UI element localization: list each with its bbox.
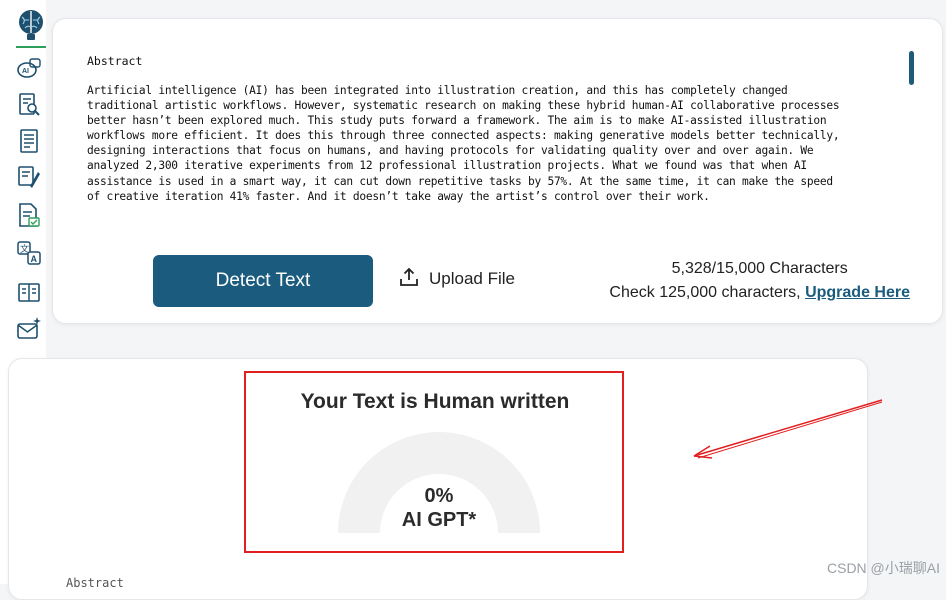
active-indicator — [16, 46, 46, 48]
document-list-icon[interactable] — [16, 128, 42, 154]
document-check-icon[interactable] — [16, 202, 42, 228]
ai-chat-icon[interactable]: AI — [16, 56, 42, 82]
result-text-preview: Abstract — [66, 576, 124, 590]
upload-icon — [399, 267, 419, 292]
text-line: better hasn’t been explored much. This s… — [87, 114, 827, 128]
text-line: traditional artistic workflows. However,… — [87, 99, 840, 113]
upload-file-button[interactable]: Upload File — [399, 267, 515, 291]
text-area[interactable]: Artificial intelligence (AI) has been in… — [87, 83, 905, 204]
character-counter: 5,328/15,000 Characters Check 125,000 ch… — [609, 257, 910, 305]
highlight-annotation-box — [244, 371, 624, 553]
char-count-text: 5,328/15,000 Characters — [671, 260, 848, 277]
mail-sparkle-icon[interactable] — [16, 316, 42, 342]
book-icon[interactable] — [16, 280, 42, 306]
text-line: workflows more efficient. It does this t… — [87, 129, 840, 143]
annotation-arrow — [693, 399, 883, 459]
detect-text-button[interactable]: Detect Text — [153, 255, 373, 307]
brain-logo-icon[interactable] — [16, 8, 46, 42]
text-input-card: Abstract Artificial intelligence (AI) ha… — [52, 18, 943, 324]
text-line: assistance is used in a smart way, it ca… — [87, 174, 833, 188]
upload-file-label: Upload File — [429, 269, 515, 288]
text-line: analyzed 2,300 iterative experiments fro… — [87, 159, 807, 173]
text-line: Artificial intelligence (AI) has been in… — [87, 84, 788, 97]
check-limit-text: Check 125,000 characters, — [609, 284, 801, 301]
svg-text:A: A — [31, 254, 38, 264]
document-edit-icon[interactable] — [16, 164, 42, 190]
text-line: designing interactions that focus on hum… — [87, 144, 814, 158]
upgrade-line: Check 125,000 characters, Upgrade Here — [609, 281, 910, 305]
svg-text:AI: AI — [22, 68, 29, 75]
text-area-scrollbar[interactable] — [909, 51, 914, 85]
watermark-text: CSDN @小瑞聊AI — [827, 560, 940, 576]
translate-icon[interactable]: 文A — [16, 240, 42, 266]
text-line: of creative iteration 41% faster. And it… — [87, 189, 710, 203]
upgrade-link[interactable]: Upgrade Here — [805, 284, 910, 301]
text-area-heading[interactable]: Abstract — [87, 54, 142, 68]
document-search-icon[interactable] — [16, 92, 42, 118]
